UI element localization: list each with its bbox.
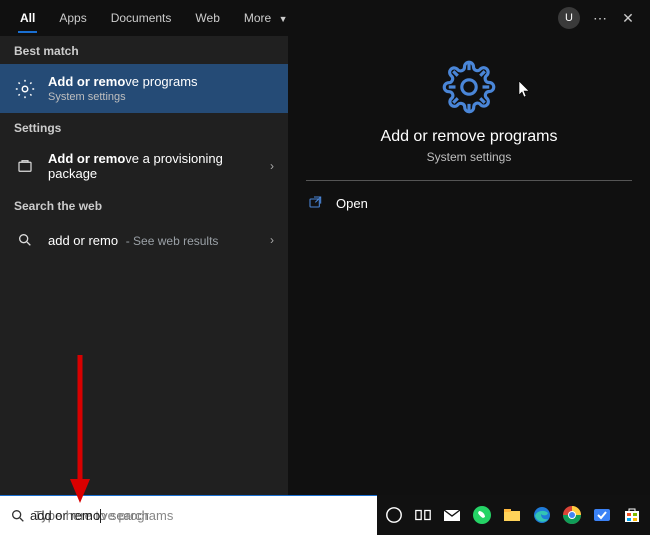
tab-apps[interactable]: Apps — [47, 3, 98, 33]
mouse-cursor-icon — [518, 80, 532, 98]
result-subtitle: System settings — [48, 91, 274, 103]
search-input[interactable] — [34, 508, 367, 523]
search-icon — [14, 229, 36, 251]
results-panel: Best match Add or remove programs System… — [0, 36, 288, 495]
result-title-bold: Add or remo — [48, 74, 125, 89]
preview-subtitle: System settings — [306, 150, 632, 164]
edge-icon[interactable] — [532, 502, 552, 528]
search-box[interactable] — [0, 495, 377, 535]
task-view-icon[interactable] — [414, 502, 433, 528]
result-add-remove-programs[interactable]: Add or remove programs System settings — [0, 64, 288, 113]
top-tabbar: All Apps Documents Web More ▼ U ⋯ ✕ — [0, 0, 650, 36]
package-icon — [14, 155, 36, 177]
web-query: add or remo — [48, 233, 118, 248]
tab-all[interactable]: All — [8, 3, 47, 33]
preview-panel: Add or remove programs System settings O… — [288, 36, 650, 495]
user-avatar[interactable]: U — [558, 7, 580, 29]
preview-gear-icon — [306, 60, 632, 114]
tab-more[interactable]: More ▼ — [232, 3, 300, 33]
store-icon[interactable] — [622, 502, 642, 528]
chevron-right-icon: › — [270, 159, 274, 173]
tab-more-label: More — [244, 11, 271, 25]
whatsapp-icon[interactable] — [472, 502, 492, 528]
chevron-down-icon: ▼ — [279, 14, 288, 24]
open-action[interactable]: Open — [288, 181, 650, 225]
taskbar — [377, 495, 650, 535]
web-hint: - See web results — [126, 234, 219, 248]
result-provisioning-package[interactable]: Add or remove a provisioning package › — [0, 141, 288, 191]
settings-section-label: Settings — [0, 113, 288, 141]
result-title-rest: ve programs — [125, 74, 197, 89]
tab-web[interactable]: Web — [183, 3, 231, 33]
open-label: Open — [336, 196, 368, 211]
best-match-label: Best match — [0, 36, 288, 64]
gear-icon — [14, 78, 36, 100]
open-icon — [308, 195, 324, 211]
todo-icon[interactable] — [592, 502, 612, 528]
close-button[interactable]: ✕ — [614, 10, 642, 27]
cortana-icon[interactable] — [385, 502, 404, 528]
result-web-search[interactable]: add or remo - See web results › — [0, 219, 288, 261]
result-title-bold: Add or remo — [48, 151, 125, 166]
web-section-label: Search the web — [0, 191, 288, 219]
chevron-right-icon: › — [270, 233, 274, 247]
chrome-icon[interactable] — [562, 502, 582, 528]
explorer-icon[interactable] — [502, 502, 522, 528]
more-options-button[interactable]: ⋯ — [586, 10, 614, 27]
tab-documents[interactable]: Documents — [99, 3, 184, 33]
mail-icon[interactable] — [442, 502, 462, 528]
search-icon — [10, 508, 26, 524]
preview-title: Add or remove programs — [306, 128, 632, 146]
